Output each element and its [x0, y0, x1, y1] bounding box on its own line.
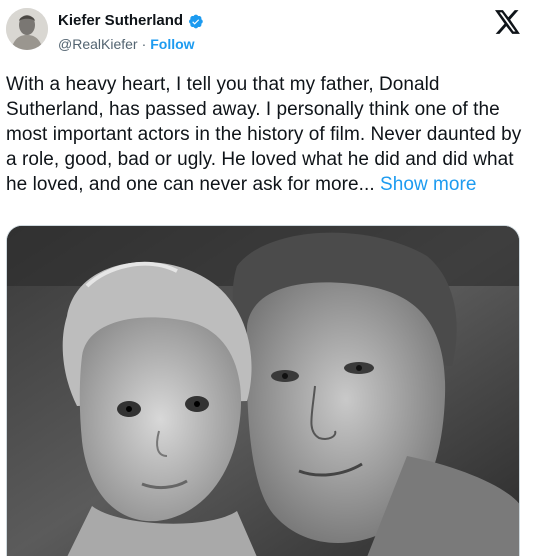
tweet-body: With a heavy heart, I tell you that my f… [6, 72, 526, 197]
author-name-row: Kiefer Sutherland [58, 12, 204, 30]
tweet-card: Kiefer Sutherland @RealKiefer · Follow W… [0, 0, 537, 556]
show-more-link[interactable]: Show more [380, 174, 477, 195]
black-and-white-photo [7, 226, 519, 556]
verified-badge-icon [187, 13, 204, 30]
avatar[interactable] [6, 8, 48, 50]
avatar-image [6, 8, 48, 50]
tweet-header: Kiefer Sutherland @RealKiefer · Follow [0, 0, 537, 64]
tweet-photo[interactable] [6, 225, 520, 556]
x-logo-icon[interactable] [495, 10, 521, 34]
author-handle-row: @RealKiefer · Follow [58, 35, 195, 53]
follow-button[interactable]: Follow [150, 35, 194, 53]
handle-separator: · [141, 36, 147, 52]
author-handle[interactable]: @RealKiefer [58, 35, 138, 53]
author-display-name[interactable]: Kiefer Sutherland [58, 12, 183, 30]
